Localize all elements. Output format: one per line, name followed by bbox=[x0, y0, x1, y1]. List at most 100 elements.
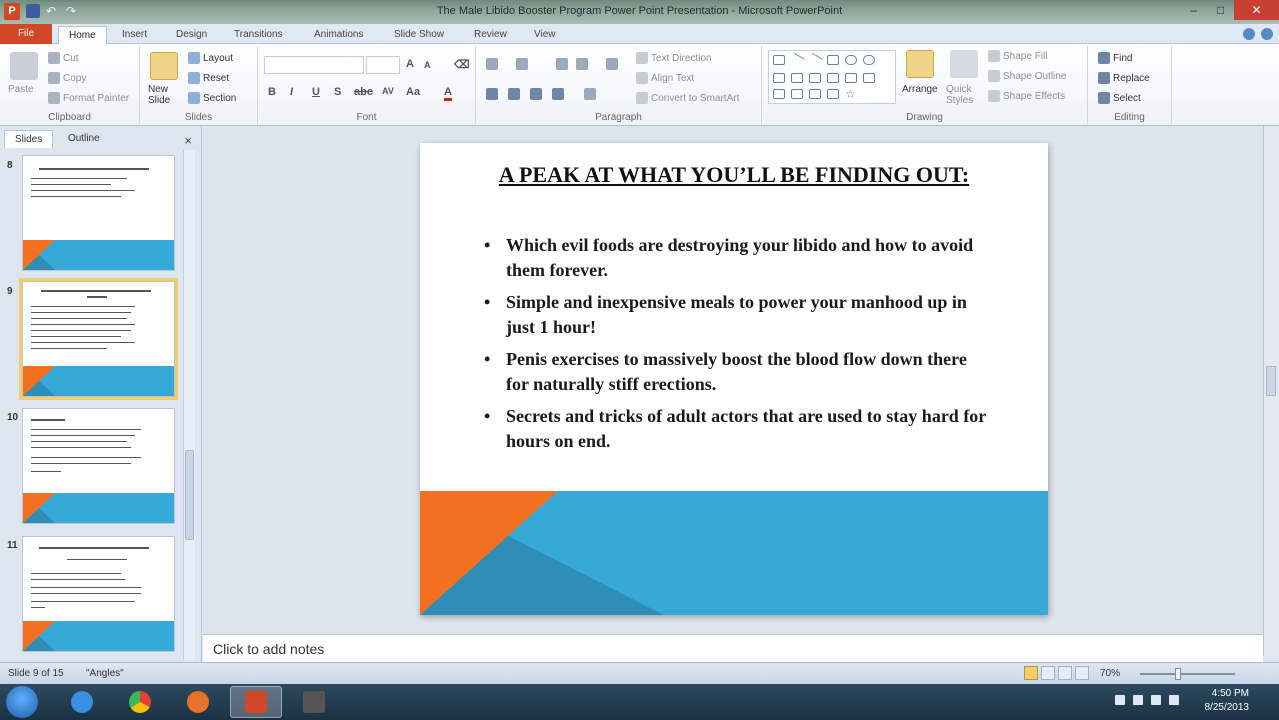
rect-shape-icon[interactable] bbox=[827, 55, 839, 65]
select-button[interactable]: Select bbox=[1098, 92, 1141, 104]
arrange-icon[interactable] bbox=[906, 50, 934, 78]
tab-animations[interactable]: Animations bbox=[304, 26, 373, 44]
taskbar-video-app[interactable] bbox=[288, 686, 340, 718]
elbow-shape-icon[interactable] bbox=[809, 73, 821, 83]
clear-formatting-button[interactable]: ⌫ bbox=[454, 58, 470, 71]
change-case-button[interactable]: Aa bbox=[406, 86, 420, 98]
find-button[interactable]: Find bbox=[1098, 52, 1132, 64]
grow-font-button[interactable]: A bbox=[406, 58, 414, 70]
slide-thumbnail[interactable] bbox=[22, 155, 175, 271]
tab-slides[interactable]: Slides bbox=[4, 130, 54, 148]
help-icon[interactable] bbox=[1261, 28, 1273, 40]
curve-shape-icon[interactable] bbox=[773, 89, 785, 99]
brace-shape-icon[interactable] bbox=[809, 89, 821, 99]
justify-icon[interactable] bbox=[552, 88, 564, 100]
scroll-thumb[interactable] bbox=[185, 450, 194, 540]
font-size-combo[interactable] bbox=[366, 56, 400, 74]
volume-icon[interactable] bbox=[1151, 695, 1161, 705]
bullets-icon[interactable] bbox=[486, 58, 498, 70]
right-arrow-shape-icon[interactable] bbox=[827, 73, 839, 83]
clock[interactable]: 4:50 PM 8/25/2013 bbox=[1205, 687, 1250, 715]
flag-icon[interactable] bbox=[1169, 695, 1179, 705]
new-slide-button[interactable]: New Slide bbox=[148, 84, 184, 106]
align-right-icon[interactable] bbox=[530, 88, 542, 100]
copy-button[interactable]: Copy bbox=[48, 72, 86, 84]
layout-button[interactable]: Layout bbox=[188, 52, 233, 64]
flowchart-shape-icon[interactable] bbox=[863, 73, 875, 83]
quick-styles-icon[interactable] bbox=[950, 50, 978, 78]
underline-button[interactable]: U bbox=[312, 86, 320, 98]
triangle-shape-icon[interactable] bbox=[773, 73, 785, 83]
new-slide-icon[interactable] bbox=[150, 52, 178, 80]
slide-title[interactable]: A PEAK AT WHAT YOU’LL BE FINDING OUT: bbox=[480, 161, 988, 188]
cut-button[interactable]: Cut bbox=[48, 52, 79, 64]
minimize-ribbon-icon[interactable] bbox=[1243, 28, 1255, 40]
quick-styles-button[interactable]: Quick Styles bbox=[946, 84, 980, 106]
slide-thumbnail[interactable] bbox=[22, 408, 175, 524]
strikethrough-button[interactable]: abc bbox=[354, 86, 373, 98]
zoom-slider[interactable] bbox=[1140, 673, 1235, 675]
tab-home[interactable]: Home bbox=[58, 26, 107, 44]
current-slide[interactable]: A PEAK AT WHAT YOU’LL BE FINDING OUT: • W… bbox=[420, 143, 1048, 615]
notes-pane[interactable]: Click to add notes bbox=[203, 634, 1263, 662]
tab-design[interactable]: Design bbox=[166, 26, 217, 44]
slide-thumbnail-selected[interactable] bbox=[19, 278, 178, 400]
minimize-button[interactable]: – bbox=[1180, 0, 1207, 20]
taskbar-chrome[interactable] bbox=[114, 686, 166, 718]
decrease-indent-icon[interactable] bbox=[556, 58, 568, 70]
close-panel-icon[interactable]: × bbox=[184, 133, 192, 148]
arrange-button[interactable]: Arrange bbox=[902, 84, 938, 95]
close-button[interactable]: ✕ bbox=[1234, 0, 1279, 20]
tab-view[interactable]: View bbox=[524, 26, 566, 44]
align-center-icon[interactable] bbox=[508, 88, 520, 100]
convert-smartart-button[interactable]: Convert to SmartArt bbox=[636, 92, 739, 104]
slide-bullet-list[interactable]: • Which evil foods are destroying your li… bbox=[480, 233, 990, 461]
shape-effects-button[interactable]: Shape Effects bbox=[988, 90, 1065, 102]
align-left-icon[interactable] bbox=[486, 88, 498, 100]
paste-icon[interactable] bbox=[10, 52, 38, 80]
start-button-icon[interactable] bbox=[6, 686, 38, 718]
maximize-button[interactable]: □ bbox=[1207, 0, 1234, 20]
bold-button[interactable]: B bbox=[268, 86, 276, 98]
text-direction-button[interactable]: Text Direction bbox=[636, 52, 712, 64]
shrink-font-button[interactable]: A bbox=[424, 60, 431, 70]
arrow-line-shape-icon[interactable] bbox=[807, 52, 823, 68]
tab-review[interactable]: Review bbox=[464, 26, 517, 44]
increase-indent-icon[interactable] bbox=[576, 58, 588, 70]
font-name-combo[interactable] bbox=[264, 56, 364, 74]
section-button[interactable]: Section bbox=[188, 92, 236, 104]
rounded-rect-shape-icon[interactable] bbox=[863, 55, 875, 65]
normal-view-icon[interactable] bbox=[1024, 666, 1038, 680]
network-icon[interactable] bbox=[1133, 695, 1143, 705]
tab-transitions[interactable]: Transitions bbox=[224, 26, 293, 44]
arc-shape-icon[interactable] bbox=[791, 89, 803, 99]
replace-button[interactable]: Replace bbox=[1098, 72, 1150, 84]
star-shape-icon[interactable]: ☆ bbox=[845, 88, 857, 100]
shadow-button[interactable]: S bbox=[334, 86, 341, 98]
slideshow-view-icon[interactable] bbox=[1075, 666, 1089, 680]
slide-thumbnail[interactable] bbox=[22, 536, 175, 652]
rectangle-shape-icon[interactable] bbox=[773, 55, 785, 65]
tab-insert[interactable]: Insert bbox=[112, 26, 157, 44]
editor-scroll-thumb[interactable] bbox=[1266, 366, 1276, 396]
tray-arrow-icon[interactable] bbox=[1115, 695, 1125, 705]
align-text-button[interactable]: Align Text bbox=[636, 72, 694, 84]
slide-sorter-view-icon[interactable] bbox=[1041, 666, 1055, 680]
oval-shape-icon[interactable] bbox=[845, 55, 857, 65]
character-spacing-button[interactable]: AV bbox=[382, 86, 394, 96]
columns-icon[interactable] bbox=[584, 88, 596, 100]
numbering-icon[interactable] bbox=[516, 58, 528, 70]
tab-slide-show[interactable]: Slide Show bbox=[384, 26, 454, 44]
italic-button[interactable]: I bbox=[290, 86, 293, 98]
shape-fill-button[interactable]: Shape Fill bbox=[988, 50, 1047, 62]
tab-outline[interactable]: Outline bbox=[58, 130, 110, 148]
bracket-shape-icon[interactable] bbox=[827, 89, 839, 99]
shape-outline-button[interactable]: Shape Outline bbox=[988, 70, 1066, 82]
paste-button[interactable]: Paste bbox=[8, 84, 34, 95]
zoom-level[interactable]: 70% bbox=[1100, 668, 1120, 679]
taskbar-powerpoint[interactable] bbox=[230, 686, 282, 718]
shapes-gallery[interactable]: ☆ bbox=[768, 50, 896, 104]
zoom-slider-handle[interactable] bbox=[1175, 668, 1181, 680]
down-arrow-shape-icon[interactable] bbox=[845, 73, 857, 83]
reset-button[interactable]: Reset bbox=[188, 72, 229, 84]
